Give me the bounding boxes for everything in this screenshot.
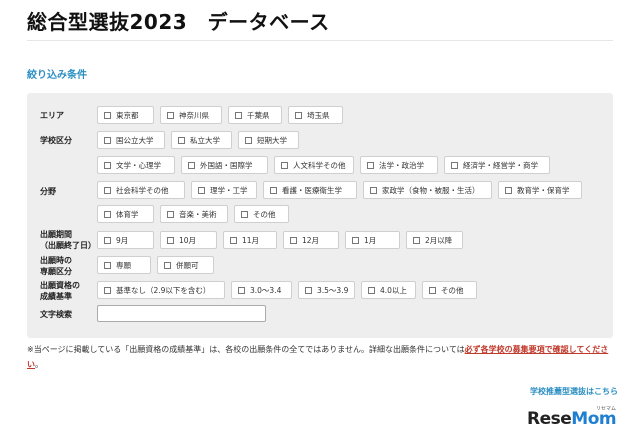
- checkbox-icon: [104, 186, 111, 194]
- field-option-home-economics[interactable]: 家政学（食物・被服・生活）: [363, 181, 492, 199]
- area-option-chiba[interactable]: 千葉県: [228, 106, 282, 124]
- division-label: 出願時の 専願区分: [40, 256, 72, 276]
- checkbox-icon: [245, 136, 252, 144]
- checkbox-icon: [305, 286, 312, 294]
- field-option-other[interactable]: その他: [234, 205, 289, 223]
- grade-label: 出願資格の 成績基準: [40, 281, 80, 301]
- notice-text: ※当ページに掲載している「出願資格の成績基準」は、各校の出願条件の全てではありま…: [27, 345, 609, 369]
- division-option-exclusive[interactable]: 専願: [97, 256, 151, 274]
- checkbox-icon: [164, 261, 171, 269]
- period-option-january[interactable]: 1月: [345, 231, 400, 249]
- recommendation-link[interactable]: 学校推薦型選抜はこちら: [530, 386, 618, 397]
- field-option-humanities-other[interactable]: 人文科学その他: [274, 156, 354, 174]
- checkbox-icon: [295, 111, 302, 119]
- checkbox-icon: [104, 210, 111, 218]
- checkbox-icon: [451, 161, 458, 169]
- area-option-saitama[interactable]: 埼玉県: [288, 106, 343, 124]
- period-option-december[interactable]: 12月: [283, 231, 339, 249]
- school-type-option-junior[interactable]: 短期大学: [238, 131, 299, 149]
- keyword-label: 文字検索: [40, 310, 72, 319]
- checkbox-icon: [367, 161, 374, 169]
- checkbox-icon: [104, 111, 111, 119]
- checkbox-icon: [352, 236, 359, 244]
- field-option-foreign-language[interactable]: 外国語・国際学: [181, 156, 268, 174]
- checkbox-icon: [281, 161, 288, 169]
- checkbox-icon: [104, 261, 111, 269]
- checkbox-icon: [270, 186, 277, 194]
- grade-option-3-0[interactable]: 3.0〜3.4: [231, 281, 292, 299]
- period-option-february-later[interactable]: 2月以降: [406, 231, 463, 249]
- field-option-music-art[interactable]: 音楽・美術: [160, 205, 228, 223]
- checkbox-icon: [167, 111, 174, 119]
- field-option-nursing[interactable]: 看護・医療衛生学: [263, 181, 357, 199]
- period-label: 出願期間 （出願終了日）: [40, 230, 96, 250]
- checkbox-icon: [241, 210, 248, 218]
- field-option-law[interactable]: 法学・政治学: [360, 156, 438, 174]
- checkbox-icon: [167, 210, 174, 218]
- checkbox-icon: [178, 136, 185, 144]
- grade-option-3-5[interactable]: 3.5〜3.9: [298, 281, 355, 299]
- field-label: 分野: [40, 187, 56, 196]
- period-option-october[interactable]: 10月: [160, 231, 217, 249]
- checkbox-icon: [198, 186, 205, 194]
- checkbox-icon: [290, 236, 297, 244]
- checkbox-icon: [370, 186, 377, 194]
- field-option-physical-education[interactable]: 体育学: [97, 205, 154, 223]
- checkbox-icon: [104, 286, 111, 294]
- area-option-tokyo[interactable]: 東京都: [97, 106, 154, 124]
- grade-option-4-0[interactable]: 4.0以上: [361, 281, 416, 299]
- checkbox-icon: [235, 111, 242, 119]
- field-option-education[interactable]: 教育学・保育学: [498, 181, 582, 199]
- checkbox-icon: [104, 236, 111, 244]
- area-label: エリア: [40, 111, 64, 120]
- page-title: 総合型選抜2023 データベース: [27, 10, 330, 34]
- school-type-label: 学校区分: [40, 136, 72, 145]
- resemom-logo: ReseMom: [527, 409, 617, 429]
- area-option-kanagawa[interactable]: 神奈川県: [160, 106, 222, 124]
- school-type-option-public[interactable]: 国公立大学: [97, 131, 165, 149]
- school-type-option-private[interactable]: 私立大学: [171, 131, 232, 149]
- grade-option-none[interactable]: 基準なし（2.9以下を含む）: [97, 281, 225, 299]
- checkbox-icon: [230, 236, 237, 244]
- division-option-concurrent[interactable]: 併願可: [157, 256, 214, 274]
- field-option-economics[interactable]: 経済学・経営学・商学: [444, 156, 550, 174]
- grade-option-other[interactable]: その他: [422, 281, 477, 299]
- period-option-september[interactable]: 9月: [97, 231, 154, 249]
- field-option-literature[interactable]: 文学・心理学: [97, 156, 175, 174]
- filter-heading: 絞り込み条件: [27, 70, 87, 81]
- checkbox-icon: [167, 236, 174, 244]
- checkbox-icon: [188, 161, 195, 169]
- checkbox-icon: [505, 186, 512, 194]
- checkbox-icon: [429, 286, 436, 294]
- resemom-logo-sub: リセマム: [596, 406, 617, 412]
- period-option-november[interactable]: 11月: [223, 231, 277, 249]
- checkbox-icon: [413, 236, 420, 244]
- checkbox-icon: [104, 136, 111, 144]
- keyword-search-input[interactable]: [97, 305, 266, 322]
- checkbox-icon: [104, 161, 111, 169]
- checkbox-icon: [238, 286, 245, 294]
- title-divider: [27, 40, 613, 41]
- field-option-social-other[interactable]: 社会科学その他: [97, 181, 185, 199]
- field-option-science[interactable]: 理学・工学: [191, 181, 257, 199]
- checkbox-icon: [368, 286, 375, 294]
